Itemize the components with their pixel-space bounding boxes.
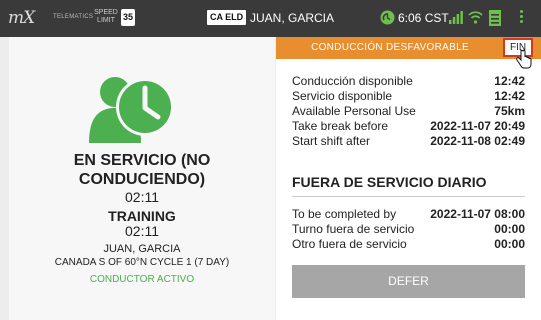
daily-off-row: Otro fuera de servicio 00:00 (292, 237, 525, 252)
daily-off-duty-list: To be completed by 2022-11-07 08:00 Turn… (292, 207, 525, 252)
clock-status-icon (380, 10, 395, 25)
row-label: Otro fuera de servicio (292, 237, 407, 251)
availability-row: Conducción disponible 12:42 (292, 74, 525, 89)
row-value: 75km (494, 104, 525, 118)
row-value: 2022-11-07 20:49 (430, 119, 525, 133)
on-duty-clock-person-icon (89, 77, 174, 143)
defer-button[interactable]: DEFER (292, 265, 525, 298)
availability-row: Take break before 2022-11-07 20:49 (292, 119, 525, 134)
hours-panel: CONDUCCIÓN DESFAVORABLE FIN Conducción d… (276, 37, 541, 320)
row-label: Take break before (292, 119, 389, 133)
daily-off-duty-title: FUERA DE SERVICIO DIARIO (292, 174, 487, 190)
row-value: 12:42 (494, 89, 525, 103)
speed-limit-label: SPEED LIMIT (94, 9, 118, 24)
row-label: To be completed by (292, 207, 397, 221)
row-value: 2022-11-07 08:00 (430, 207, 525, 221)
alert-text: CONDUCCIÓN DESFAVORABLE (311, 42, 469, 53)
duty-status-title: EN SERVICIO (NO CONDUCIENDO) (73, 152, 211, 188)
training-label: TRAINING (108, 208, 176, 224)
status-bar: mX TELEMATICS SPEED LIMIT 35 CA ELD JUAN… (0, 0, 541, 37)
cycle-rule: CANADA S OF 60°N CYCLE 1 (7 DAY) (54, 257, 230, 268)
driver-name: JUAN, GARCIA (103, 243, 181, 255)
row-value: 12:42 (494, 74, 525, 88)
training-timer: 02:11 (125, 223, 159, 239)
telematics-label: TELEMATICS (53, 14, 94, 20)
hand-cursor-icon (516, 49, 532, 69)
availability-row: Start shift after 2022-11-08 02:49 (292, 134, 525, 149)
overflow-menu-icon[interactable] (520, 10, 524, 25)
row-label: Conducción disponible (292, 74, 413, 88)
wifi-icon (468, 11, 483, 24)
row-value: 00:00 (494, 222, 525, 236)
header-driver-name[interactable]: JUAN, GARCIA (250, 11, 334, 25)
row-label: Available Personal Use (292, 104, 416, 118)
clock-time: 6:06 CST (398, 11, 449, 25)
row-value: 2022-11-08 02:49 (430, 134, 525, 148)
signal-icon (449, 11, 463, 24)
row-value: 00:00 (494, 237, 525, 251)
availability-row: Servicio disponible 12:42 (292, 89, 525, 104)
divider (292, 196, 525, 197)
unfavorable-driving-banner: CONDUCCIÓN DESFAVORABLE FIN (276, 37, 541, 69)
row-label: Servicio disponible (292, 89, 393, 103)
row-label: Turno fuera de servicio (292, 222, 415, 236)
availability-list: Conducción disponible 12:42 Servicio dis… (292, 74, 525, 149)
conductor-status: CONDUCTOR ACTIVO (89, 274, 195, 285)
duty-status-timer: 02:11 (125, 189, 159, 205)
availability-row: Available Personal Use 75km (292, 104, 525, 119)
speed-limit-badge: 35 (121, 9, 135, 26)
app-logo: mX (8, 8, 35, 28)
duty-status-panel: EN SERVICIO (NO CONDUCIENDO) 02:11 TRAIN… (9, 37, 275, 320)
row-label: Start shift after (292, 134, 371, 148)
daily-off-row: To be completed by 2022-11-07 08:00 (292, 207, 525, 222)
document-icon[interactable] (489, 10, 501, 26)
eld-badge: CA ELD (207, 10, 247, 25)
daily-off-row: Turno fuera de servicio 00:00 (292, 222, 525, 237)
